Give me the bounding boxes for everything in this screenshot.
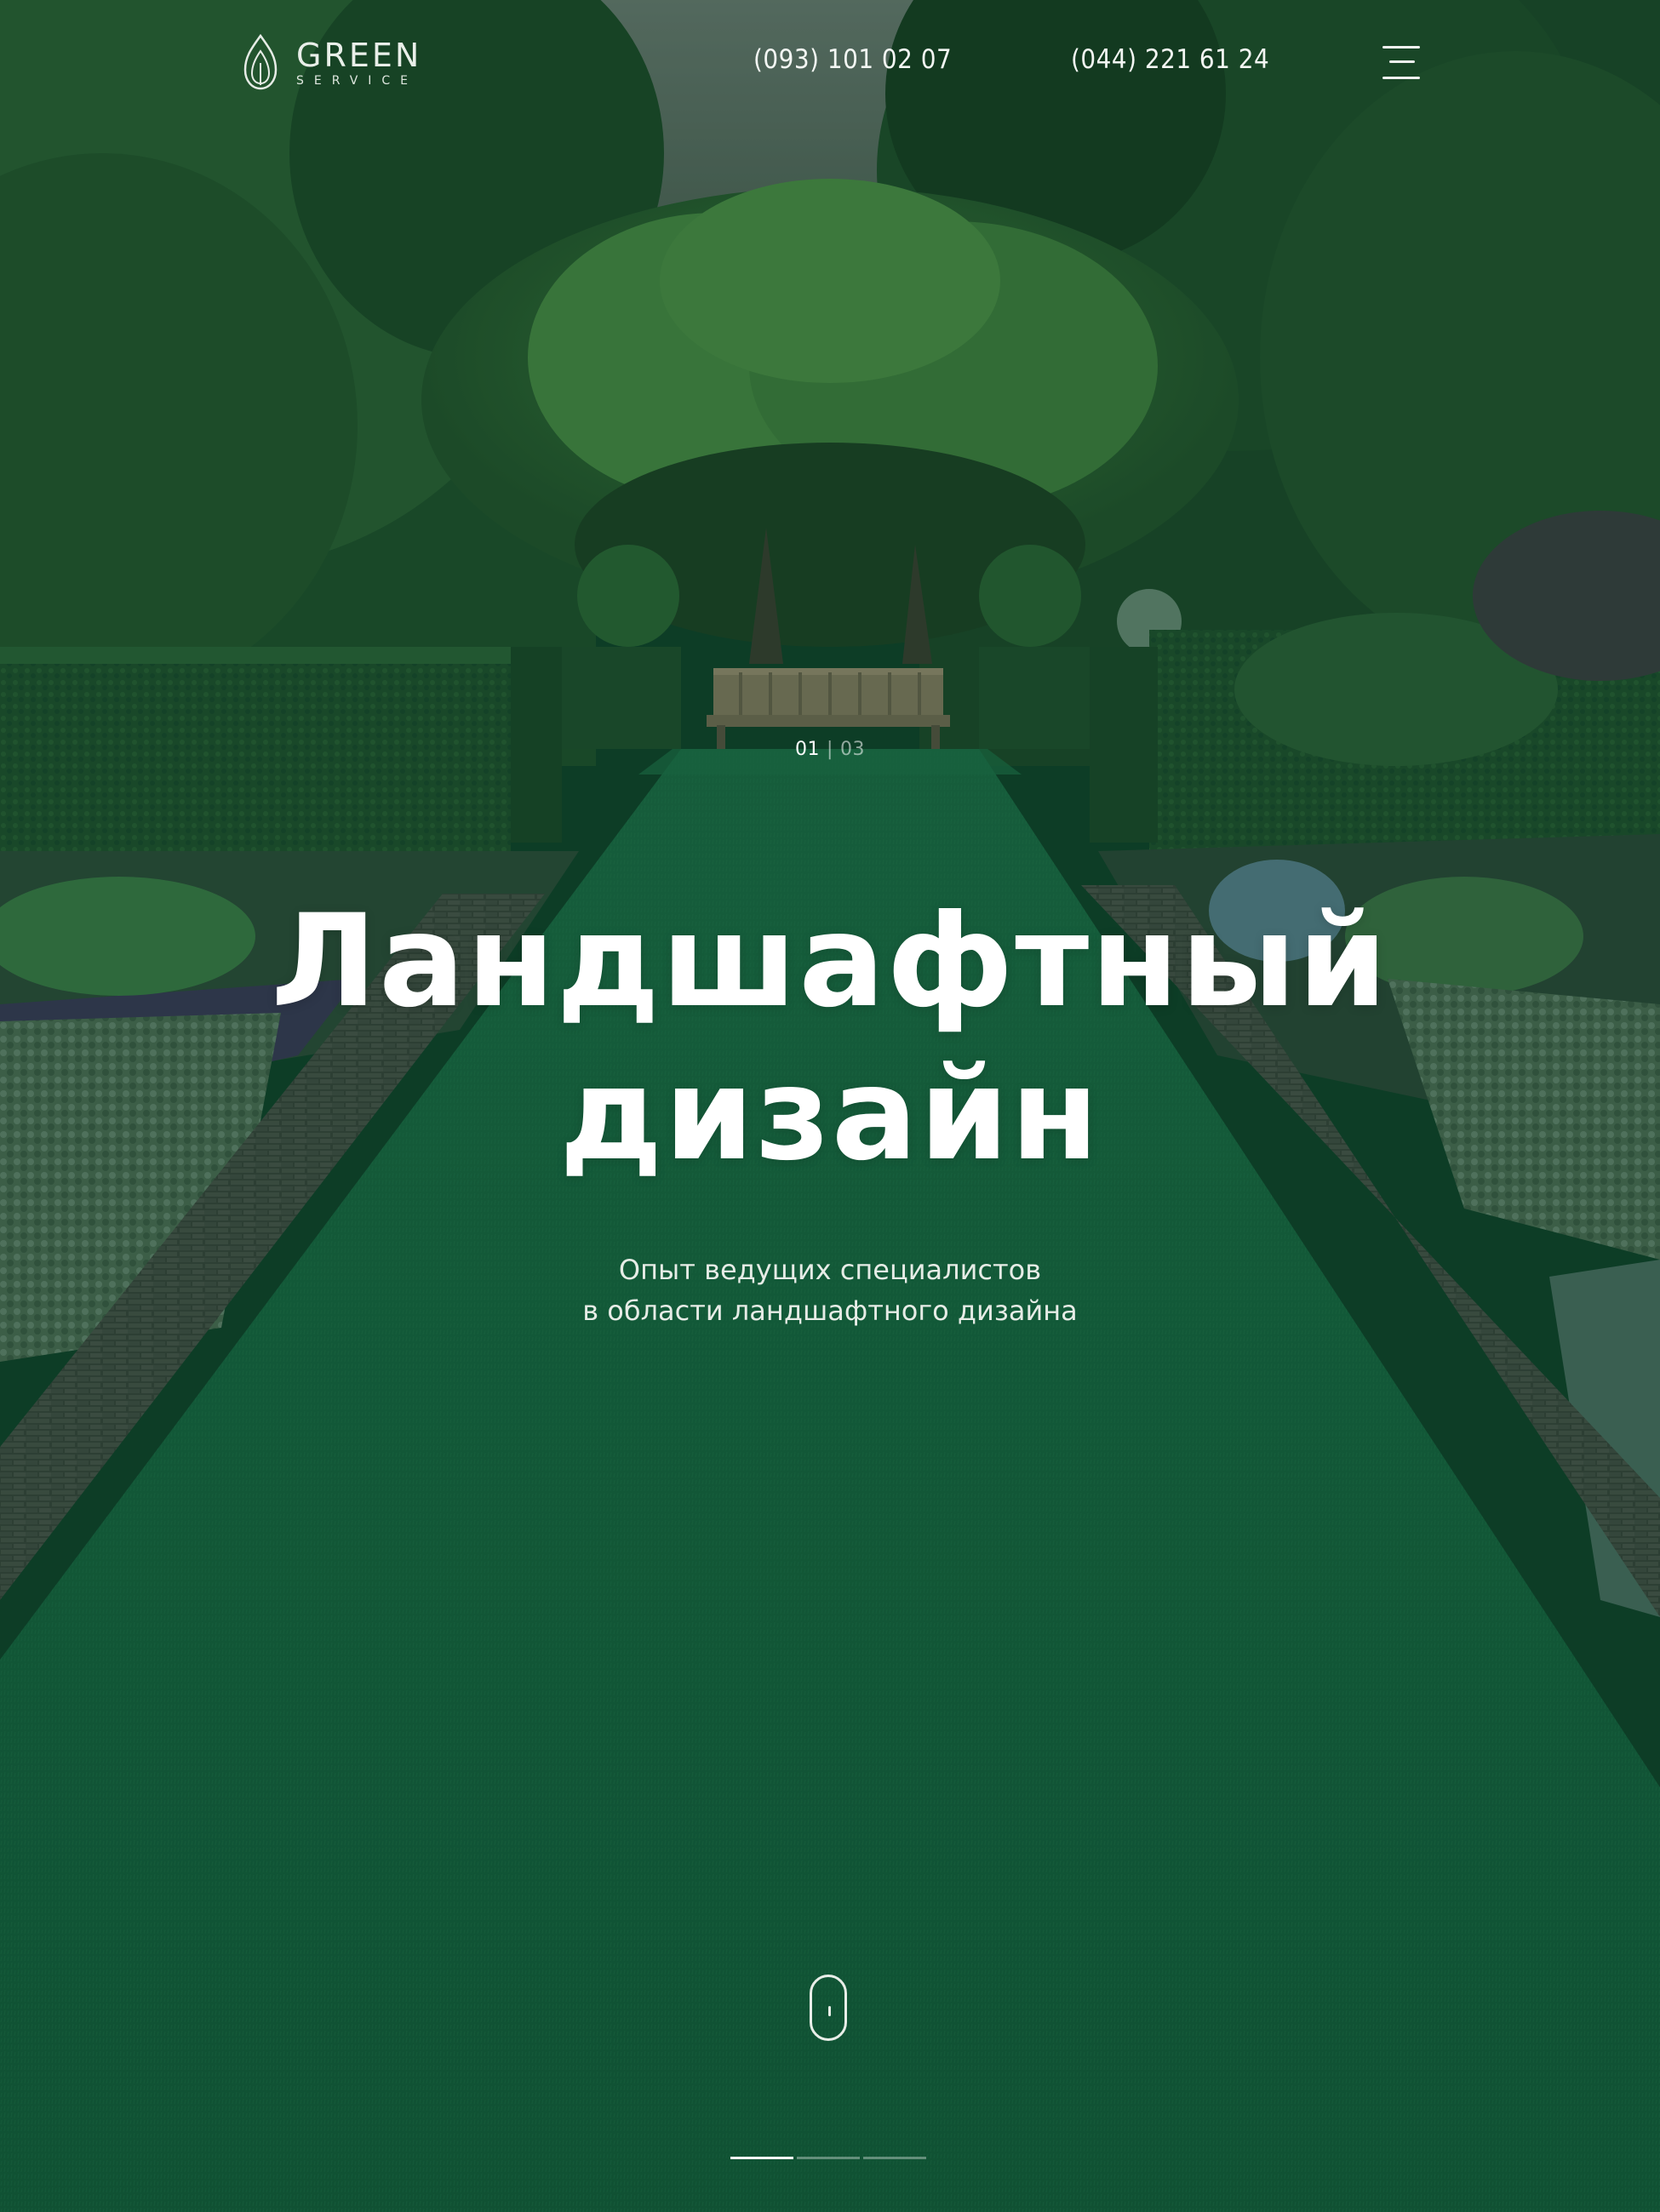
hero-title-line-1: Ландшафтный [271, 888, 1389, 1036]
logo-text: GREEN SERVICE [296, 39, 421, 87]
hero-subtitle: Опыт ведущих специалистов в области ланд… [0, 1249, 1660, 1331]
logo-subtitle: SERVICE [296, 74, 419, 88]
mouse-wheel [828, 2006, 831, 2016]
hero-subtitle-line-1: Опыт ведущих специалистов [618, 1254, 1042, 1286]
menu-line [1382, 46, 1420, 49]
mouse-scroll-icon[interactable] [810, 1975, 847, 2041]
slide-total: 03 [839, 739, 865, 760]
hero-subtitle-line-2: в области ландшафтного дизайна [582, 1295, 1078, 1327]
phone-link-1[interactable]: (093) 101 02 07 [753, 44, 952, 75]
slider-page-3[interactable] [863, 2157, 926, 2159]
site-header: GREEN SERVICE (093) 101 02 07 (044) 221 … [0, 0, 1660, 128]
hamburger-menu-icon[interactable] [1382, 44, 1420, 82]
logo-link[interactable]: GREEN SERVICE [240, 32, 421, 94]
slider-pagination [730, 2157, 926, 2159]
slide-current: 01 [795, 739, 821, 760]
menu-line [1389, 60, 1415, 63]
leaf-drop-icon [243, 33, 278, 90]
slide-separator: | [827, 739, 833, 760]
hero-title: Ландшафтный дизайн [0, 885, 1660, 1192]
logo-word: GREEN [296, 37, 422, 74]
hero-title-line-2: дизайн [559, 1041, 1101, 1189]
phone-link-2[interactable]: (044) 221 61 24 [1071, 44, 1269, 75]
slider-page-1[interactable] [730, 2157, 793, 2159]
slide-counter: 01 | 03 [0, 739, 1660, 760]
menu-line [1382, 77, 1420, 79]
slider-page-2[interactable] [797, 2157, 860, 2159]
